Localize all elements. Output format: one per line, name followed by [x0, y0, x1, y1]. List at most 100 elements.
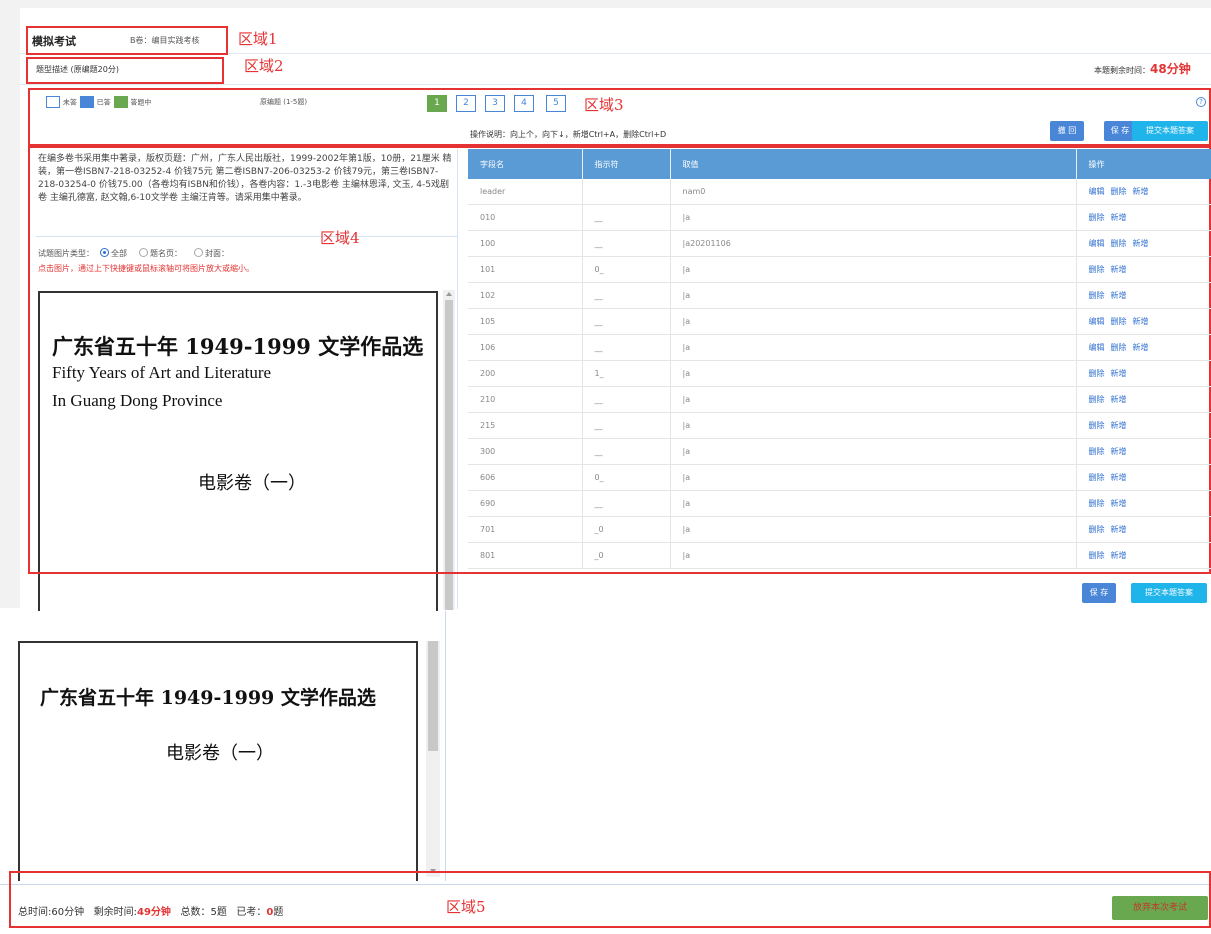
- zone2-label: 区域2: [244, 57, 284, 75]
- value-cell[interactable]: |a: [670, 282, 1077, 309]
- scroll-up-arrow[interactable]: [446, 292, 452, 296]
- radio-all[interactable]: [100, 248, 109, 257]
- back-button[interactable]: 撤 回: [1050, 121, 1084, 141]
- value-cell[interactable]: |a: [670, 386, 1077, 413]
- indicator-cell[interactable]: [582, 179, 671, 205]
- add-link[interactable]: 新增: [1111, 265, 1127, 274]
- indicator-cell[interactable]: __: [582, 308, 671, 335]
- add-link[interactable]: 新增: [1111, 213, 1127, 222]
- submit-answer-button-bottom[interactable]: 提交本题答案: [1131, 583, 1207, 603]
- delete-link[interactable]: 删除: [1089, 551, 1105, 560]
- image-type-label: 试题图片类型：: [38, 249, 94, 258]
- indicator-cell[interactable]: 0_: [582, 464, 671, 491]
- indicator-cell[interactable]: __: [582, 282, 671, 309]
- scrollbar-thumb-lower[interactable]: [428, 641, 438, 751]
- edit-link[interactable]: 编辑: [1089, 187, 1105, 196]
- add-link[interactable]: 新增: [1111, 291, 1127, 300]
- add-link[interactable]: 新增: [1111, 473, 1127, 482]
- field-cell: 105: [468, 308, 583, 335]
- indicator-cell[interactable]: 0_: [582, 256, 671, 283]
- delete-link[interactable]: 删除: [1089, 369, 1105, 378]
- value-cell[interactable]: |a: [670, 412, 1077, 439]
- add-link[interactable]: 新增: [1111, 551, 1127, 560]
- title-page-image-lower[interactable]: 广东省五十年 1949-1999 文学作品选 电影卷（一）: [18, 641, 418, 881]
- delete-link[interactable]: 删除: [1089, 421, 1105, 430]
- value-cell[interactable]: |a: [670, 464, 1077, 491]
- value-cell[interactable]: |a: [670, 516, 1077, 543]
- add-link[interactable]: 新增: [1111, 395, 1127, 404]
- add-link[interactable]: 新增: [1133, 187, 1149, 196]
- add-link[interactable]: 新增: [1133, 343, 1149, 352]
- image-scrollbar[interactable]: [443, 290, 455, 610]
- delete-link[interactable]: 删除: [1111, 317, 1127, 326]
- table-row: 010 __ |a 删除 新增: [468, 204, 1211, 231]
- add-link[interactable]: 新增: [1111, 447, 1127, 456]
- value-cell[interactable]: |a: [670, 204, 1077, 231]
- value-cell[interactable]: |a: [670, 334, 1077, 361]
- indicator-cell[interactable]: __: [582, 490, 671, 517]
- ops-cell: 编辑 删除 新增: [1076, 179, 1211, 205]
- page-button-5[interactable]: 5: [546, 95, 566, 112]
- ops-cell: 删除 新增: [1076, 256, 1211, 283]
- edit-link[interactable]: 编辑: [1089, 317, 1105, 326]
- value-cell[interactable]: |a: [670, 360, 1077, 387]
- image-scrollbar-lower[interactable]: [426, 641, 440, 877]
- indicator-cell[interactable]: __: [582, 438, 671, 465]
- add-link[interactable]: 新增: [1133, 239, 1149, 248]
- radio-title-page[interactable]: [139, 248, 148, 257]
- value-cell[interactable]: |a: [670, 256, 1077, 283]
- indicator-cell[interactable]: __: [582, 386, 671, 413]
- indicator-cell[interactable]: __: [582, 334, 671, 361]
- edit-link[interactable]: 编辑: [1089, 343, 1105, 352]
- indicator-cell[interactable]: 1_: [582, 360, 671, 387]
- ops-cell: 删除 新增: [1076, 542, 1211, 569]
- value-cell[interactable]: |a: [670, 490, 1077, 517]
- value-cell[interactable]: |a: [670, 542, 1077, 569]
- title-page-image[interactable]: 广东省五十年 1949-1999 文学作品选 Fifty Years of Ar…: [38, 291, 438, 611]
- value-cell[interactable]: |a20201106: [670, 230, 1077, 257]
- delete-link[interactable]: 删除: [1111, 187, 1127, 196]
- value-cell[interactable]: nam0: [670, 179, 1077, 205]
- ops-cell: 删除 新增: [1076, 412, 1211, 439]
- table-row: 102 __ |a 删除 新增: [468, 282, 1211, 309]
- add-link[interactable]: 新增: [1111, 525, 1127, 534]
- delete-link[interactable]: 删除: [1089, 499, 1105, 508]
- delete-link[interactable]: 删除: [1089, 447, 1105, 456]
- delete-link[interactable]: 删除: [1089, 473, 1105, 482]
- scroll-down-arrow[interactable]: [430, 869, 436, 873]
- delete-link[interactable]: 删除: [1089, 291, 1105, 300]
- page-button-2[interactable]: 2: [456, 95, 476, 112]
- indicator-cell[interactable]: _0: [582, 542, 671, 569]
- legend-unanswered: 未答 已答 答题中: [46, 96, 151, 108]
- page-button-3[interactable]: 3: [485, 95, 505, 112]
- field-cell: 102: [468, 282, 583, 309]
- page-button-4[interactable]: 4: [514, 95, 534, 112]
- delete-link[interactable]: 删除: [1089, 525, 1105, 534]
- add-link[interactable]: 新增: [1133, 317, 1149, 326]
- value-cell[interactable]: |a: [670, 308, 1077, 335]
- help-icon[interactable]: ?: [1196, 97, 1206, 107]
- field-cell: 215: [468, 412, 583, 439]
- delete-link[interactable]: 删除: [1089, 265, 1105, 274]
- radio-cover[interactable]: [194, 248, 203, 257]
- radio-all-label: 全部: [111, 249, 127, 258]
- edit-link[interactable]: 编辑: [1089, 239, 1105, 248]
- save-button-bottom[interactable]: 保 存: [1082, 583, 1116, 603]
- delete-link[interactable]: 删除: [1089, 395, 1105, 404]
- submit-answer-button[interactable]: 提交本题答案: [1132, 121, 1208, 141]
- indicator-cell[interactable]: __: [582, 412, 671, 439]
- delete-link[interactable]: 删除: [1111, 239, 1127, 248]
- indicator-cell[interactable]: _0: [582, 516, 671, 543]
- abandon-exam-button[interactable]: 放弃本次考试: [1112, 896, 1208, 920]
- add-link[interactable]: 新增: [1111, 369, 1127, 378]
- table-row: 215 __ |a 删除 新增: [468, 412, 1211, 439]
- scrollbar-thumb[interactable]: [445, 300, 453, 610]
- indicator-cell[interactable]: __: [582, 204, 671, 231]
- indicator-cell[interactable]: __: [582, 230, 671, 257]
- page-button-1[interactable]: 1: [427, 95, 447, 112]
- value-cell[interactable]: |a: [670, 438, 1077, 465]
- add-link[interactable]: 新增: [1111, 499, 1127, 508]
- delete-link[interactable]: 删除: [1111, 343, 1127, 352]
- delete-link[interactable]: 删除: [1089, 213, 1105, 222]
- add-link[interactable]: 新增: [1111, 421, 1127, 430]
